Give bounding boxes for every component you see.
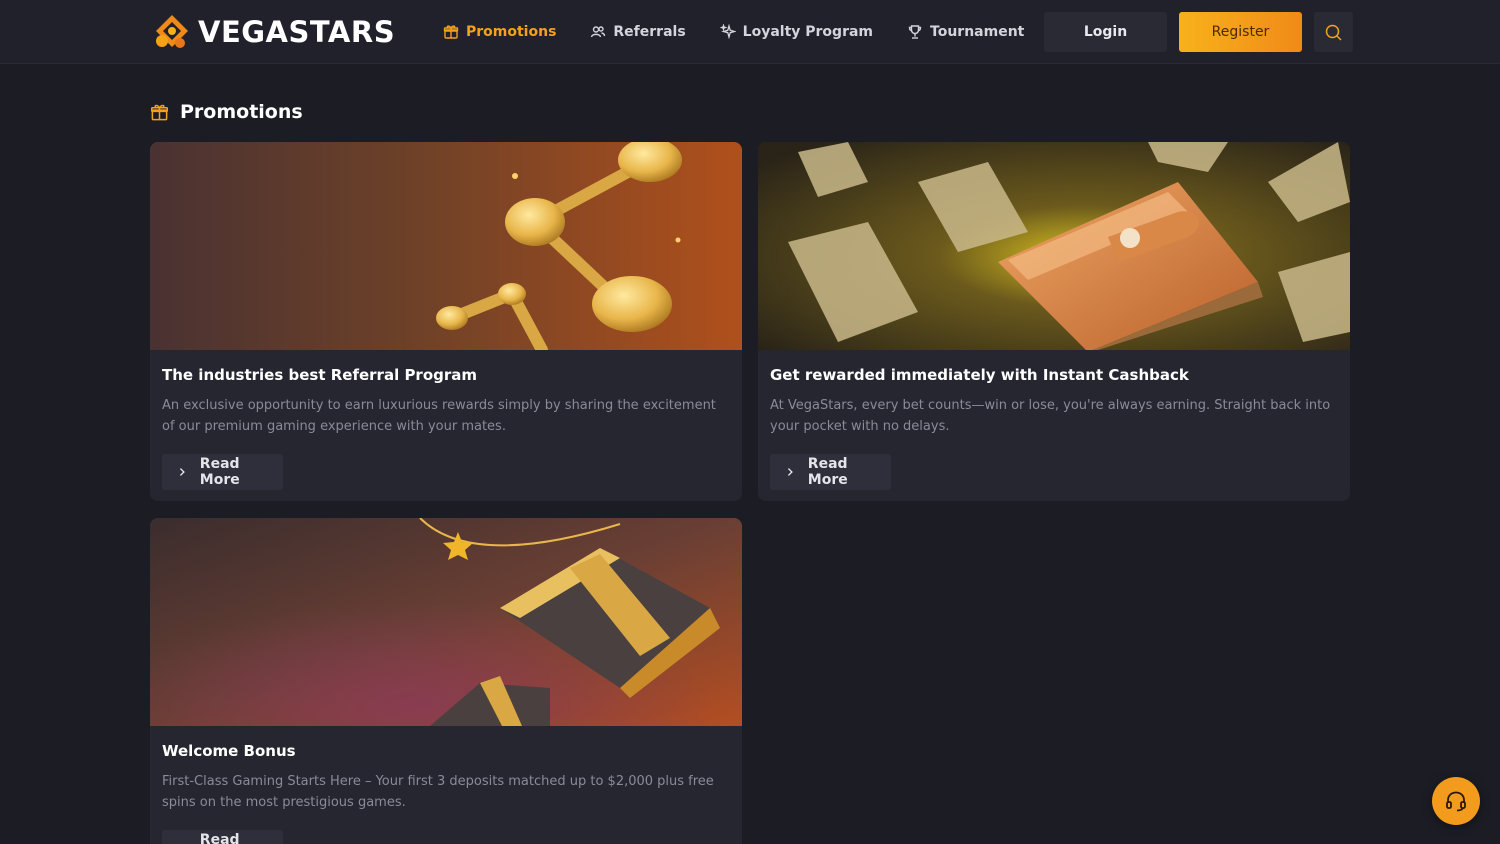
wallet-money-illustration	[758, 142, 1350, 350]
read-more-label: Read More	[807, 456, 848, 488]
nav-label-loyalty-program: Loyalty Program	[742, 24, 874, 40]
promotion-description: First-Class Gaming Starts Here – Your fi…	[162, 774, 714, 810]
gift-icon	[443, 25, 459, 39]
promotion-image-cashback	[758, 142, 1350, 350]
chevron-right-icon	[179, 468, 185, 476]
nav-label-promotions: Promotions	[466, 24, 557, 40]
login-button[interactable]: Login	[1044, 12, 1167, 52]
read-more-button[interactable]: Read More	[162, 830, 283, 844]
sparkles-icon	[719, 24, 736, 40]
gift-boxes-illustration	[150, 518, 742, 726]
read-more-label: Read More	[199, 832, 240, 844]
promotion-image-welcome-bonus	[150, 518, 742, 726]
gift-icon	[151, 104, 168, 120]
nav-item-promotions[interactable]: Promotions	[443, 24, 556, 40]
promotion-description: At VegaStars, every bet counts—win or lo…	[770, 398, 1331, 434]
promotion-card-welcome-bonus[interactable]: Welcome Bonus First-Class Gaming Starts …	[150, 518, 742, 844]
network-nodes-illustration	[150, 142, 742, 350]
promotion-card-referral[interactable]: The industries best Referral Program An …	[150, 142, 742, 501]
page-title: Promotions	[180, 101, 303, 123]
nav-item-tournament[interactable]: Tournament	[907, 24, 1024, 40]
promotion-title: Get rewarded immediately with Instant Ca…	[770, 366, 1189, 384]
promotion-title: The industries best Referral Program	[162, 366, 478, 384]
nav-item-referrals[interactable]: Referrals	[590, 24, 686, 40]
chevron-right-icon	[787, 468, 793, 476]
read-more-label: Read More	[199, 456, 240, 488]
search-button[interactable]	[1314, 12, 1353, 52]
support-chat-button[interactable]	[1432, 777, 1480, 825]
nav-label-referrals: Referrals	[613, 24, 686, 40]
nav-label-tournament: Tournament	[930, 24, 1025, 40]
search-icon	[1325, 24, 1342, 41]
headset-icon	[1446, 791, 1466, 812]
read-more-button[interactable]: Read More	[162, 454, 283, 490]
brand-logo[interactable]: VEGASTARS	[152, 13, 395, 51]
main-nav: Promotions Referrals Loyalty Program Tou…	[443, 0, 1058, 64]
brand-name: VEGASTARS	[198, 15, 396, 49]
users-icon	[591, 26, 606, 38]
top-header: VEGASTARS Promotions Referrals Loyalty P…	[0, 0, 1500, 64]
page-title-row: Promotions	[150, 98, 303, 126]
promotion-description: An exclusive opportunity to earn luxurio…	[162, 398, 716, 434]
promotion-title: Welcome Bonus	[162, 742, 296, 760]
read-more-button[interactable]: Read More	[770, 454, 891, 490]
promotion-card-cashback[interactable]: Get rewarded immediately with Instant Ca…	[758, 142, 1350, 501]
nav-item-loyalty-program[interactable]: Loyalty Program	[719, 24, 874, 40]
promotion-image-referral	[150, 142, 742, 350]
register-button[interactable]: Register	[1179, 12, 1302, 52]
logo-icon	[156, 15, 188, 48]
trophy-icon	[908, 25, 922, 39]
